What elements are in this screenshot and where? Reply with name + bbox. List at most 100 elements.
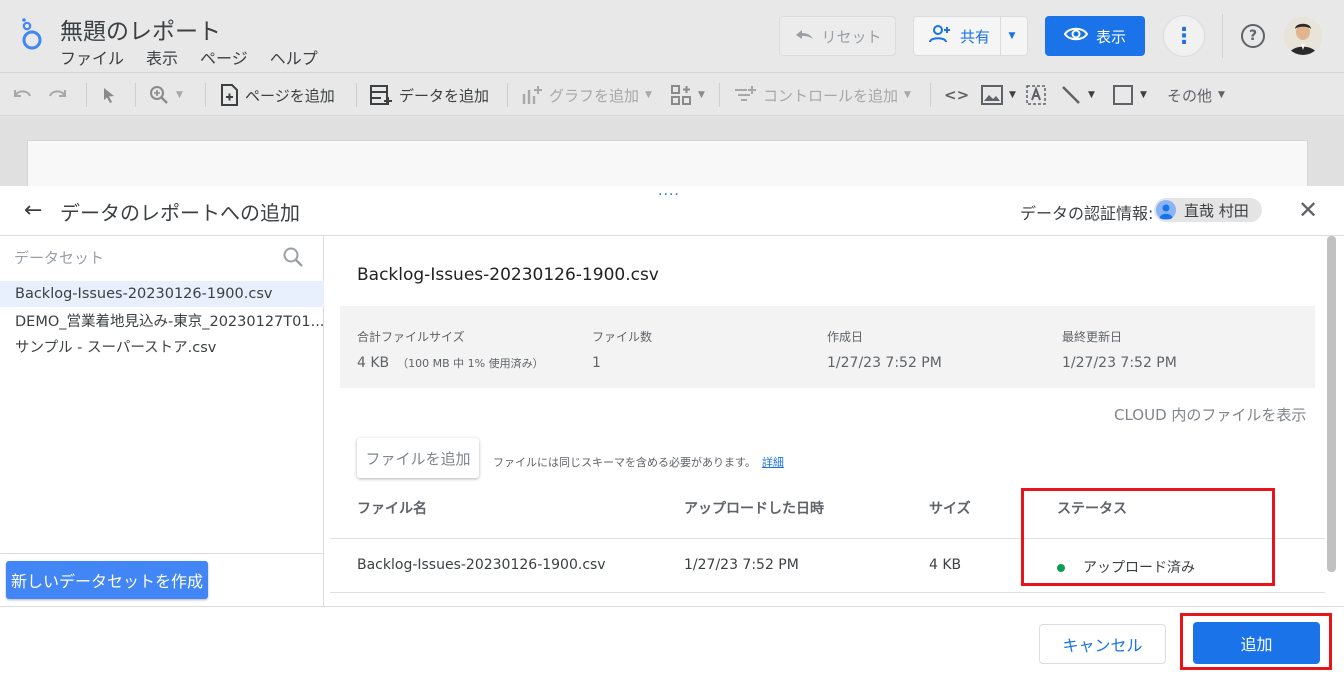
share-button[interactable]: 共有 ▼ <box>913 16 1028 56</box>
stat-total-size: 合計ファイルサイズ 4 KB （100 MB 中 1% 使用済み） <box>357 328 544 371</box>
column-header-filename: ファイル名 <box>357 501 427 517</box>
toolbar-divider <box>719 83 720 107</box>
text-box-icon[interactable] <box>1025 81 1047 109</box>
header-divider <box>1222 14 1223 58</box>
credentials-user: 直哉 村田 <box>1184 201 1249 220</box>
share-dropdown-icon[interactable]: ▼ <box>1001 31 1023 41</box>
panel-drag-handle[interactable]: ···· <box>658 187 680 203</box>
person-icon <box>1156 200 1176 220</box>
add-control-button[interactable]: コントロールを追加 ▼ <box>733 81 911 109</box>
toolbar-divider <box>205 83 206 107</box>
line-button[interactable]: ▼ <box>1060 81 1095 109</box>
credentials-chip[interactable]: 直哉 村田 <box>1154 198 1262 222</box>
toolbar-divider <box>86 83 87 107</box>
report-title[interactable]: 無題のレポート <box>60 12 221 46</box>
share-main[interactable]: 共有 <box>918 17 1001 55</box>
toolbar-divider <box>356 83 357 107</box>
add-button-highlight-box <box>1180 613 1332 670</box>
view-button[interactable]: 表示 <box>1045 16 1145 56</box>
community-caret-icon: ▼ <box>698 90 705 100</box>
dataset-item[interactable]: サンプル - スーパーストア.csv <box>0 333 324 359</box>
file-title: Backlog-Issues-20230126-1900.csv <box>357 265 659 285</box>
stat-label: 最終更新日 <box>1062 330 1123 344</box>
stat-label: 合計ファイルサイズ <box>357 330 465 344</box>
community-viz-button[interactable]: ▼ <box>670 81 705 109</box>
close-icon[interactable]: ✕ <box>1298 196 1318 224</box>
community-viz-icon <box>671 85 691 105</box>
column-header-size: サイズ <box>929 501 971 517</box>
undo-icon[interactable] <box>12 81 34 109</box>
status-highlight-box <box>1021 488 1275 586</box>
add-data-icon <box>370 85 392 105</box>
dataset-detail: Backlog-Issues-20230126-1900.csv 合計ファイルサ… <box>325 236 1344 606</box>
toolbar-divider <box>507 83 508 107</box>
other-caret-icon: ▼ <box>1218 90 1225 100</box>
add-control-label: コントロールを追加 <box>763 86 899 105</box>
toolbar-divider <box>135 83 136 107</box>
total-size-note: （100 MB 中 1% 使用済み） <box>397 357 544 370</box>
line-icon <box>1062 86 1080 104</box>
menu-help[interactable]: ヘルプ <box>270 45 318 69</box>
more-options-icon[interactable]: ⋮ <box>1163 15 1205 57</box>
stat-label: ファイル数 <box>592 330 653 344</box>
row-uploaded: 1/27/23 7:52 PM <box>684 557 799 573</box>
select-cursor-icon[interactable] <box>100 81 118 109</box>
add-data-button[interactable]: データを追加 <box>369 81 489 109</box>
reset-label: リセット <box>821 27 882 46</box>
report-canvas-page[interactable] <box>27 140 1308 190</box>
image-button[interactable]: ▼ <box>981 81 1016 109</box>
dataset-search-input[interactable]: データセット <box>14 247 104 268</box>
line-caret-icon: ▼ <box>1088 90 1095 100</box>
menu-page[interactable]: ページ <box>200 45 248 69</box>
reset-button[interactable]: リセット <box>779 16 896 56</box>
menu-view[interactable]: 表示 <box>146 45 178 69</box>
add-page-icon <box>221 84 238 106</box>
dataset-item[interactable]: DEMO_営業着地見込み-東京_20230127T01... <box>0 307 324 333</box>
user-avatar[interactable] <box>1284 17 1322 55</box>
embed-code-icon[interactable]: <> <box>944 81 969 109</box>
add-data-label: データを追加 <box>399 86 490 105</box>
looker-studio-logo-icon[interactable] <box>18 16 48 52</box>
shape-button[interactable]: ▼ <box>1112 81 1147 109</box>
stat-value: 1 <box>592 355 601 371</box>
redo-icon[interactable] <box>46 81 68 109</box>
add-chart-label: グラフを追加 <box>549 86 640 105</box>
column-header-uploaded: アップロードした日時 <box>684 501 824 517</box>
cancel-button[interactable]: キャンセル <box>1039 624 1166 664</box>
details-link[interactable]: 詳細 <box>762 456 784 469</box>
table-divider <box>330 592 1325 593</box>
other-menu-button[interactable]: その他 ▼ <box>1167 81 1225 109</box>
dataset-item[interactable]: Backlog-Issues-20230126-1900.csv <box>0 281 324 307</box>
menu-file[interactable]: ファイル <box>60 45 124 69</box>
add-page-button[interactable]: ページを追加 <box>219 81 335 109</box>
footer-divider <box>0 606 1344 607</box>
file-stats: 合計ファイルサイズ 4 KB （100 MB 中 1% 使用済み） ファイル数 1… <box>340 306 1315 388</box>
add-chart-icon <box>522 86 542 104</box>
view-label: 表示 <box>1095 27 1126 46</box>
image-caret-icon: ▼ <box>1009 90 1016 100</box>
help-icon[interactable]: ? <box>1241 24 1265 48</box>
add-file-button[interactable]: ファイルを追加 <box>357 438 479 478</box>
back-arrow-icon[interactable]: ← <box>24 198 42 223</box>
schema-note-text: ファイルには同じスキーマを含める必要があります。 <box>493 456 756 469</box>
add-chart-button[interactable]: グラフを追加 ▼ <box>521 81 652 109</box>
zoom-icon[interactable]: ▼ <box>148 81 183 109</box>
control-caret-icon: ▼ <box>904 90 911 100</box>
add-page-label: ページを追加 <box>245 86 335 105</box>
zoom-caret-icon: ▼ <box>176 90 183 100</box>
app-header: 無題のレポート ファイル 表示 ページ ヘルプ リセット 共有 ▼ 表示 ⋮ ? <box>0 0 1344 72</box>
shape-caret-icon: ▼ <box>1140 90 1147 100</box>
add-data-panel: ···· ← データのレポートへの追加 データの認証情報: 直哉 村田 ✕ デー… <box>0 186 1344 679</box>
panel-scrollbar[interactable] <box>1327 236 1336 572</box>
stat-file-count: ファイル数 1 <box>592 328 652 371</box>
stat-label: 作成日 <box>827 330 864 344</box>
eye-icon <box>1063 26 1089 46</box>
row-size: 4 KB <box>929 557 962 573</box>
view-in-cloud-link[interactable]: CLOUD 内のファイルを表示 <box>1114 404 1306 425</box>
stat-created: 作成日 1/27/23 7:52 PM <box>827 328 942 371</box>
dataset-sidebar: データセット Backlog-Issues-20230126-1900.csv … <box>0 236 324 606</box>
editor-toolbar: ▼ ページを追加 データを追加 グラフを追加 ▼ ▼ コントロールを追加 ▼ <… <box>0 72 1344 116</box>
create-dataset-button[interactable]: 新しいデータセットを作成 <box>6 561 208 599</box>
menu-bar: ファイル 表示 ページ ヘルプ <box>60 45 318 69</box>
search-icon[interactable] <box>282 246 304 268</box>
